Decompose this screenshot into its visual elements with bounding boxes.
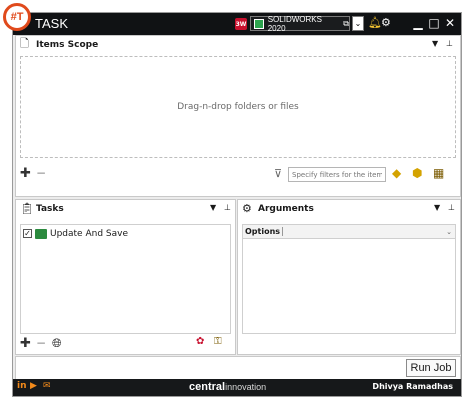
- item-filter-input[interactable]: [288, 167, 386, 182]
- tasks-header: 📋︎ Tasks ▼ ⊥: [16, 200, 235, 217]
- arguments-menu-icon[interactable]: ▼: [434, 203, 440, 212]
- run-job-button[interactable]: Run Job: [406, 359, 456, 377]
- solidworks-icon[interactable]: 3W: [235, 18, 247, 30]
- task-window: TASK 3W SOLIDWORKS 2020 ⧉ ⌄ 🔔︎ ⚙ ▁ □ ✕ 🗋…: [12, 12, 462, 397]
- youtube-icon[interactable]: ▶: [30, 381, 37, 391]
- document-icon: 🗋: [20, 37, 29, 50]
- drop-zone[interactable]: Drag-n-drop folders or files: [20, 56, 456, 158]
- mail-icon[interactable]: ✉: [43, 381, 51, 391]
- add-item-icon[interactable]: ✚: [20, 166, 31, 181]
- tasks-panel: 📋︎ Tasks ▼ ⊥ ✓ Update And Save ✚ − 🌐︎ ✿ …: [15, 199, 236, 355]
- tasks-title: Tasks: [36, 203, 64, 214]
- chevron-down-icon[interactable]: ⌄: [446, 228, 452, 236]
- task-checkbox[interactable]: ✓: [23, 229, 32, 238]
- brand-sub: innovation: [225, 382, 267, 392]
- bell-icon[interactable]: 🔔︎: [368, 16, 382, 29]
- close-button[interactable]: ✕: [443, 15, 457, 31]
- run-bar: Run Job: [15, 356, 461, 380]
- tasks-pin-icon[interactable]: ⊥: [224, 203, 231, 212]
- gear-icon[interactable]: ⚙: [381, 16, 391, 29]
- external-icon: ⧉: [343, 18, 349, 28]
- version-label: SOLIDWORKS 2020: [267, 14, 322, 33]
- items-scope-title: Items Scope: [36, 39, 99, 50]
- task-label: Update And Save: [50, 228, 128, 239]
- grid-view-icon[interactable]: ▦: [433, 166, 444, 180]
- task-plugin-icon[interactable]: ✿: [196, 336, 204, 347]
- options-bar[interactable]: Options ⌄: [243, 225, 455, 239]
- title-bar: TASK 3W SOLIDWORKS 2020 ⧉ ⌄ 🔔︎ ⚙ ▁ □ ✕: [13, 13, 461, 35]
- options-label: Options: [243, 227, 284, 236]
- version-dropdown-button[interactable]: ⌄: [352, 16, 364, 31]
- footer: in ▶ ✉ centralinnovation Dhivya Ramadhas: [13, 379, 461, 396]
- drop-zone-text: Drag-n-drop folders or files: [177, 102, 299, 112]
- clipboard-icon: 📋︎: [20, 202, 34, 215]
- task-list: ✓ Update And Save: [20, 224, 231, 334]
- list-item[interactable]: ✓ Update And Save: [23, 227, 228, 240]
- brand-main: central: [189, 381, 226, 393]
- items-scope-header: 🗋 Items Scope ▼ ⊥: [16, 36, 460, 53]
- update-save-icon: [35, 228, 47, 239]
- arguments-header: ⚙ Arguments ▼ ⊥: [238, 200, 460, 217]
- filter-icon: ⊽: [274, 167, 283, 180]
- maximize-button[interactable]: □: [427, 15, 441, 31]
- add-assembly-icon[interactable]: ◆: [392, 166, 401, 180]
- minimize-button[interactable]: ▁: [411, 15, 425, 31]
- linkedin-icon[interactable]: in: [17, 381, 27, 391]
- arguments-title: Arguments: [258, 203, 314, 214]
- add-task-icon[interactable]: ✚: [20, 336, 31, 351]
- tasks-menu-icon[interactable]: ▼: [210, 203, 216, 212]
- globe-icon[interactable]: 🌐︎: [52, 336, 62, 351]
- items-scope-panel: 🗋 Items Scope ▼ ⊥ Drag-n-drop folders or…: [15, 35, 461, 197]
- items-scope-toolbar: ✚ − ⊽ ◆ ⬢ ▦: [16, 164, 460, 192]
- remove-item-icon[interactable]: −: [36, 166, 46, 180]
- arguments-pin-icon[interactable]: ⊥: [448, 203, 455, 212]
- arguments-icon: ⚙: [242, 202, 252, 215]
- task-settings-icon[interactable]: ⚿: [214, 336, 222, 347]
- brand-logo: centralinnovation: [189, 381, 266, 393]
- add-part-icon[interactable]: ⬢: [412, 166, 422, 180]
- user-name: Dhivya Ramadhas: [372, 382, 453, 391]
- arguments-panel: ⚙ Arguments ▼ ⊥ Options ⌄: [237, 199, 461, 355]
- version-checked-icon: [254, 18, 264, 29]
- pin-icon[interactable]: ⊥: [446, 39, 453, 48]
- app-title: TASK: [35, 16, 68, 31]
- arguments-body: Options ⌄: [242, 224, 456, 334]
- solidworks-version-select[interactable]: SOLIDWORKS 2020 ⧉: [250, 14, 350, 33]
- app-logo: #T: [3, 3, 31, 31]
- panel-menu-icon[interactable]: ▼: [432, 39, 438, 48]
- remove-task-icon[interactable]: −: [36, 336, 46, 350]
